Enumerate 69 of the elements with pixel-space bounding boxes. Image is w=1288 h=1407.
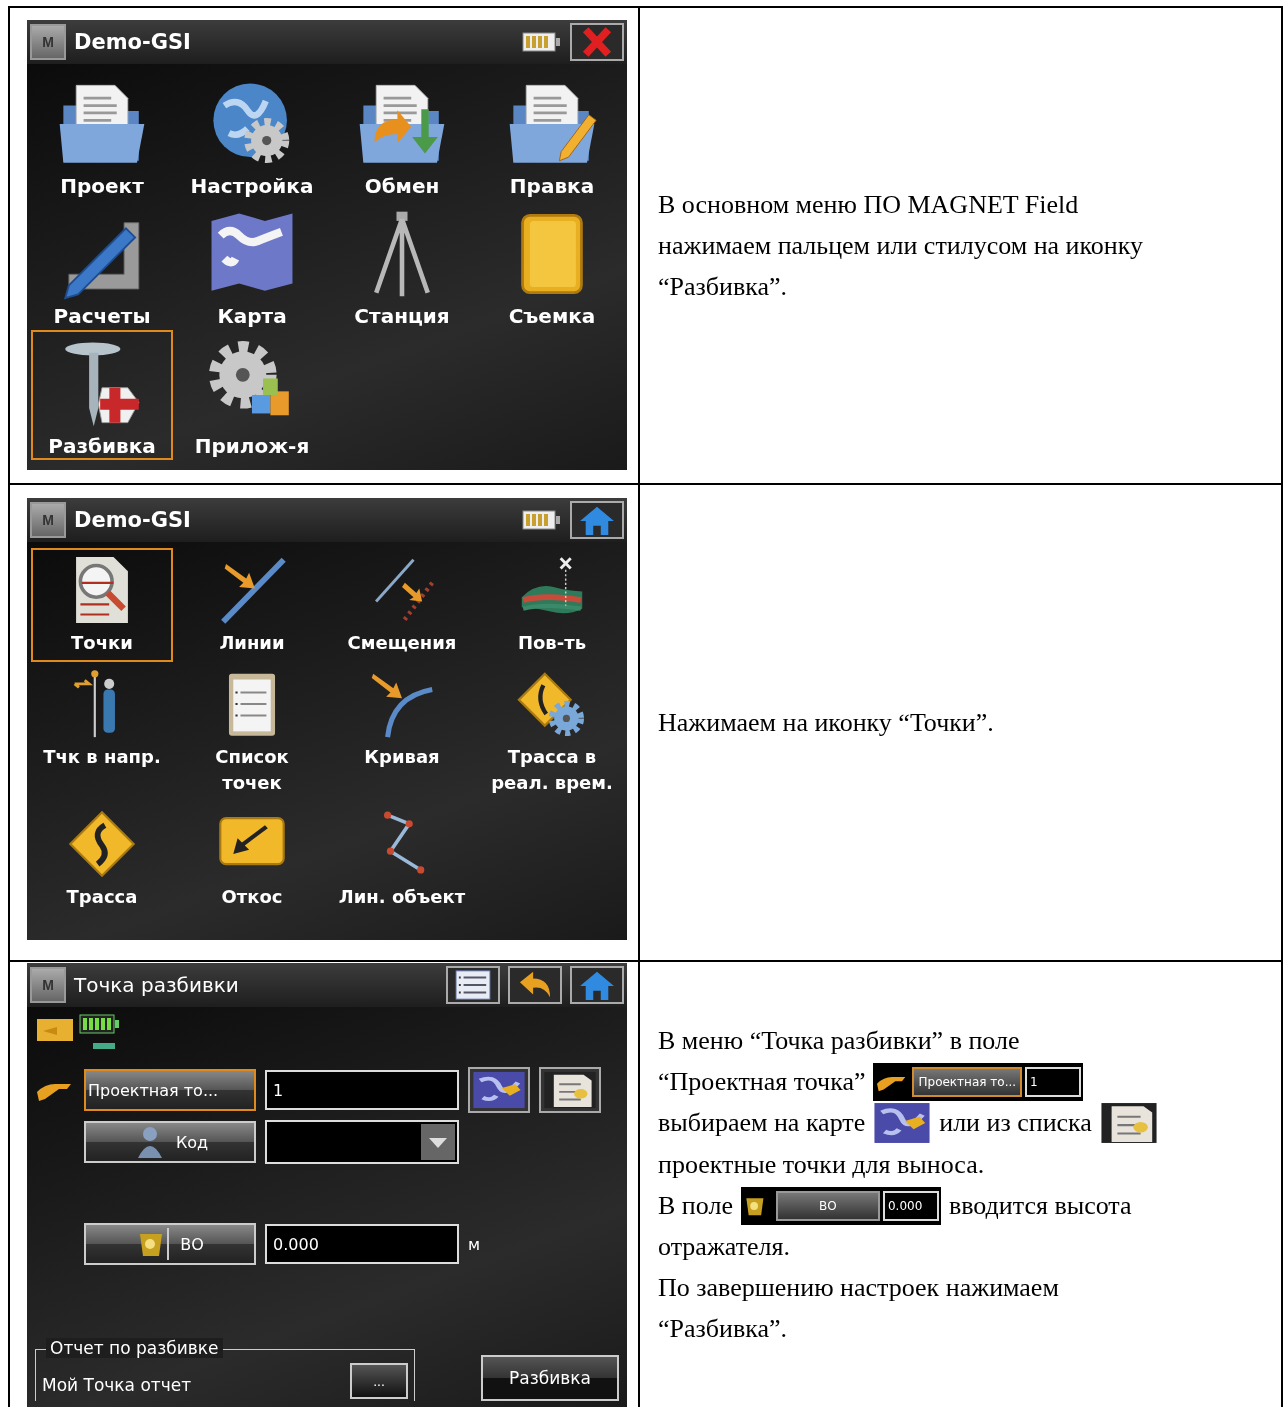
menu-item[interactable]: Трасса в реал. врем. <box>481 662 623 802</box>
menu-item[interactable]: Трасса <box>31 802 173 916</box>
menu-item[interactable]: Разбивка <box>31 330 173 460</box>
menu-item[interactable]: Станция <box>331 200 473 330</box>
menu-item[interactable]: Настройка <box>181 70 323 200</box>
instruction-text: проектные точки для выноса. <box>658 1149 985 1180</box>
map-button[interactable] <box>468 1067 530 1113</box>
instruction-text: По завершению настроек нажимаем <box>658 1272 1059 1303</box>
menu-item[interactable]: Съемка <box>481 200 623 330</box>
app-menu-button[interactable]: M <box>30 24 66 60</box>
menu-item[interactable]: Проект <box>31 70 173 200</box>
window-title: Точка разбивки <box>74 973 240 997</box>
window-title: Demo-GSI <box>74 508 192 532</box>
instruction-text: “Проектная точка” <box>658 1066 866 1097</box>
menu-item[interactable]: Кривая <box>331 662 473 776</box>
instruction-text: В поле <box>658 1190 733 1221</box>
report-name: Мой Точка отчет <box>42 1375 192 1397</box>
menu-item[interactable]: Смещения <box>331 548 473 662</box>
browse-button[interactable]: ... <box>350 1363 408 1399</box>
point-field[interactable]: 1 <box>265 1070 459 1110</box>
menu-item[interactable]: Прилож-я <box>181 330 323 460</box>
map-icon <box>472 1071 526 1109</box>
instruction-text: В меню “Точка разбивки” в поле <box>658 1025 1020 1056</box>
instruction-text: Нажимаем на иконку “Точки”. <box>658 707 994 738</box>
list-icon <box>543 1071 597 1109</box>
app-menu-button[interactable]: M <box>30 502 66 538</box>
menu-item[interactable]: Линии <box>181 548 323 662</box>
list-button[interactable] <box>446 966 500 1004</box>
instruction-text: “Разбивка”. <box>658 1313 788 1344</box>
map-icon <box>873 1102 932 1144</box>
road-sign-icon <box>66 808 138 880</box>
instruction-text: отражателя. <box>658 1231 791 1262</box>
instruction-text: нажимаем пальцем или стилусом на иконку <box>658 230 1143 261</box>
menu-item[interactable]: Расчеты <box>31 200 173 330</box>
height-field[interactable]: 0.000 <box>265 1224 459 1264</box>
battery-icon <box>522 509 562 531</box>
point-field: 1 <box>1025 1066 1082 1097</box>
back-button[interactable] <box>508 966 562 1004</box>
unit-label: м <box>468 1234 481 1254</box>
menu-item[interactable]: Тчк в напр. <box>31 662 173 776</box>
menu-item[interactable]: Обмен <box>331 70 473 200</box>
code-button[interactable]: Код <box>84 1121 256 1163</box>
menu-item[interactable]: Откос <box>181 802 323 916</box>
list-icon <box>1099 1102 1158 1144</box>
window-title: Demo-GSI <box>74 30 192 54</box>
instruction-text: выбираем на карте <box>658 1108 866 1138</box>
instruction-text: или из списка <box>939 1108 1092 1138</box>
menu-item[interactable]: Список точек <box>181 662 323 802</box>
design-point-button[interactable]: Проектная то... <box>84 1069 256 1111</box>
app-menu-button[interactable]: M <box>30 967 66 1003</box>
code-dropdown[interactable] <box>265 1120 459 1164</box>
instruction-text: вводится высота <box>948 1190 1132 1221</box>
home-button[interactable] <box>570 966 624 1004</box>
group-legend: Отчет по разбивке <box>46 1338 223 1358</box>
list-icon <box>453 969 493 1001</box>
close-button[interactable] <box>570 23 624 61</box>
menu-item[interactable]: Точки <box>31 548 173 662</box>
home-button[interactable] <box>570 501 624 539</box>
stakeout-button[interactable]: Разбивка <box>481 1355 619 1401</box>
battery-icon <box>522 31 562 53</box>
menu-item[interactable]: Лин. объект <box>331 802 473 916</box>
height-button[interactable]: ВО <box>84 1223 256 1265</box>
menu-item[interactable]: Карта <box>181 200 323 330</box>
list-button[interactable] <box>539 1067 601 1113</box>
instruction-text: В основном меню ПО MAGNET Field <box>658 189 1079 220</box>
menu-item[interactable]: Правка <box>481 70 623 200</box>
menu-item[interactable]: Пов-ть <box>481 548 623 662</box>
instruction-text: “Разбивка”. <box>658 271 788 302</box>
height-field: 0.000 <box>882 1190 939 1221</box>
